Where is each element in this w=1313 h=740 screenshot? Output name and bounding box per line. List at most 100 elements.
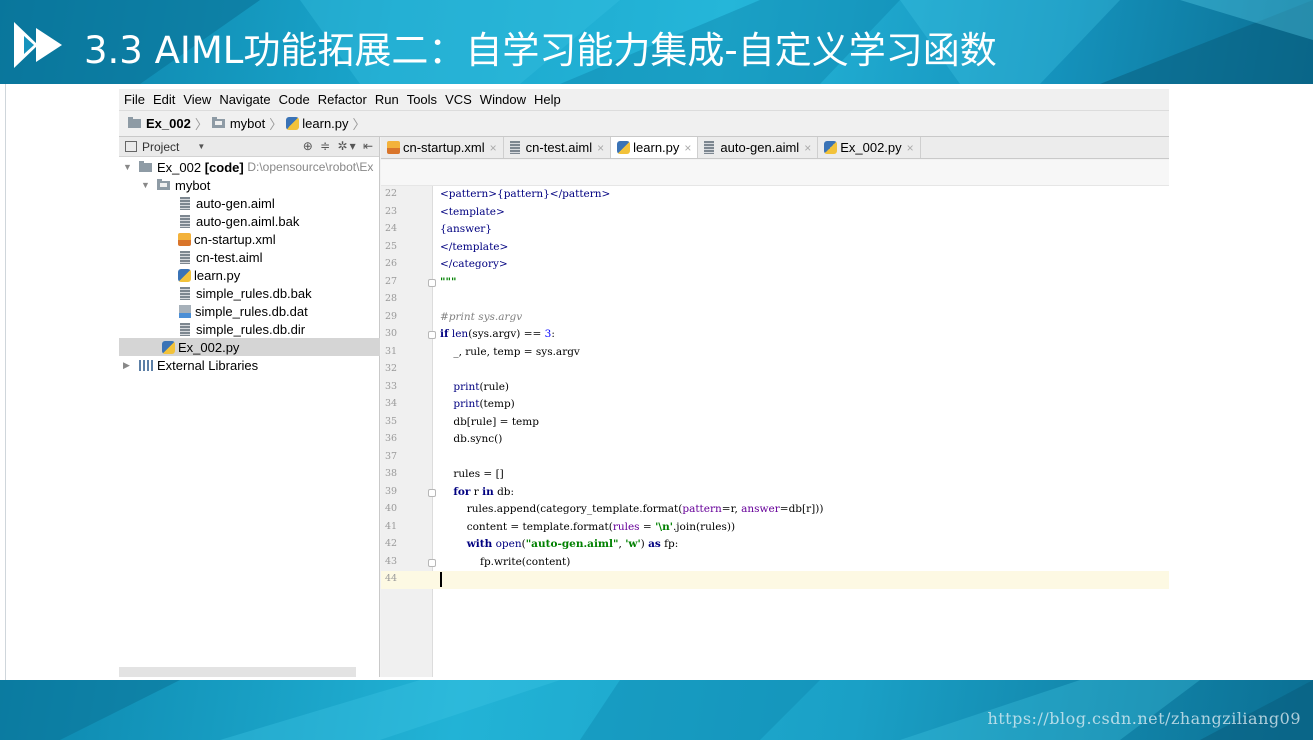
code-line[interactable]: 33 print(rule) bbox=[381, 379, 1169, 397]
locate-icon[interactable]: ⊕ bbox=[303, 139, 315, 153]
slide-title: 3.3 AIML功能拓展二：自学习能力集成-自定义学习函数 bbox=[84, 29, 997, 72]
folder-icon bbox=[139, 160, 152, 172]
tab-cn-test-aiml[interactable]: cn-test.aiml × bbox=[504, 137, 612, 158]
close-icon[interactable]: × bbox=[907, 141, 914, 155]
tab-auto-gen-aiml[interactable]: auto-gen.aiml × bbox=[698, 137, 819, 158]
menu-file[interactable]: File bbox=[124, 92, 145, 107]
code-line[interactable]: 22 <pattern>{pattern}</pattern> bbox=[381, 186, 1169, 204]
line-number: 42 bbox=[385, 538, 398, 549]
code-line[interactable]: 43 fp.write(content) bbox=[381, 554, 1169, 572]
code-text: </template> bbox=[440, 240, 509, 253]
menu-edit[interactable]: Edit bbox=[153, 92, 175, 107]
code-line[interactable]: 32 bbox=[381, 361, 1169, 379]
package-folder-icon bbox=[157, 178, 170, 190]
close-icon[interactable]: × bbox=[597, 141, 604, 155]
code-line[interactable]: 40 rules.append(category_template.format… bbox=[381, 501, 1169, 519]
folder-icon bbox=[128, 117, 141, 128]
code-line[interactable]: 44 bbox=[381, 571, 1169, 589]
code-text: print(rule) bbox=[453, 380, 509, 393]
tree-file-selected[interactable]: Ex_002.py bbox=[119, 338, 380, 356]
close-icon[interactable]: × bbox=[490, 141, 497, 155]
tree-external-libraries[interactable]: ▶ External Libraries bbox=[119, 356, 380, 374]
navigation-breadcrumb: Ex_002 〉 mybot 〉 learn.py 〉 bbox=[119, 111, 1169, 137]
menu-code[interactable]: Code bbox=[279, 92, 310, 107]
tab-label: Ex_002.py bbox=[840, 140, 902, 155]
fold-marker-icon[interactable] bbox=[428, 558, 436, 567]
code-text: """ bbox=[440, 275, 457, 288]
line-number: 31 bbox=[385, 345, 398, 357]
tree-file[interactable]: auto-gen.aiml bbox=[119, 194, 380, 212]
line-number: 40 bbox=[385, 503, 398, 514]
fold-marker-icon[interactable] bbox=[428, 278, 436, 287]
code-line[interactable]: 31 _, rule, temp = sys.argv bbox=[381, 344, 1169, 362]
code-text: db.sync() bbox=[440, 433, 503, 445]
menu-view[interactable]: View bbox=[183, 92, 211, 107]
expand-arrow-icon[interactable]: ▼ bbox=[123, 162, 133, 172]
horizontal-scrollbar[interactable] bbox=[119, 667, 356, 677]
code-text: #print sys.argv bbox=[440, 310, 523, 323]
tree-file[interactable]: cn-startup.xml bbox=[119, 230, 380, 248]
menu-navigate[interactable]: Navigate bbox=[219, 92, 270, 107]
tree-file[interactable]: simple_rules.db.bak bbox=[119, 284, 380, 302]
tab-learn-py[interactable]: learn.py × bbox=[611, 137, 699, 158]
library-icon bbox=[139, 359, 153, 371]
close-icon[interactable]: × bbox=[804, 141, 811, 155]
file-name: auto-gen.aiml bbox=[196, 195, 275, 211]
menu-bar: File Edit View Navigate Code Refactor Ru… bbox=[119, 89, 1169, 111]
code-line[interactable]: 27 """ bbox=[381, 274, 1169, 292]
code-line[interactable]: 26 </category> bbox=[381, 256, 1169, 274]
aiml-file-icon bbox=[509, 141, 520, 154]
code-line[interactable]: 39 for r in db: bbox=[381, 484, 1169, 502]
settings-gear-icon[interactable]: ✲▾ bbox=[338, 139, 358, 153]
code-line[interactable]: 34 print(temp) bbox=[381, 396, 1169, 414]
tree-file[interactable]: simple_rules.db.dir bbox=[119, 320, 380, 338]
tab-ex002-py[interactable]: Ex_002.py × bbox=[818, 137, 921, 158]
python-file-icon bbox=[286, 117, 300, 130]
line-number: 30 bbox=[385, 328, 398, 339]
tree-root-ex002[interactable]: ▼ Ex_002 [code] D:\opensource\robot\Ex bbox=[119, 158, 380, 176]
code-line[interactable]: 29 #print sys.argv bbox=[381, 309, 1169, 327]
breadcrumb-folder[interactable]: mybot bbox=[230, 116, 265, 131]
line-number: 25 bbox=[385, 240, 398, 252]
hide-panel-icon[interactable]: ⇤ bbox=[363, 139, 375, 153]
expand-arrow-icon[interactable]: ▼ bbox=[141, 180, 151, 190]
code-text: rules.append(category_template.format(pa… bbox=[440, 503, 824, 515]
menu-help[interactable]: Help bbox=[534, 92, 561, 107]
dropdown-arrow-icon[interactable]: ▼ bbox=[197, 142, 205, 151]
code-line[interactable]: 42 with open("auto-gen.aiml", 'w') as fp… bbox=[381, 536, 1169, 554]
code-line[interactable]: 23 <template> bbox=[381, 204, 1169, 222]
project-view-selector[interactable]: Project bbox=[142, 140, 179, 154]
menu-run[interactable]: Run bbox=[375, 92, 399, 107]
menu-window[interactable]: Window bbox=[480, 92, 526, 107]
fold-marker-icon[interactable] bbox=[428, 488, 436, 497]
code-line[interactable]: 36 db.sync() bbox=[381, 431, 1169, 449]
tree-file[interactable]: cn-test.aiml bbox=[119, 248, 380, 266]
menu-tools[interactable]: Tools bbox=[407, 92, 437, 107]
folder-name: mybot bbox=[175, 177, 211, 193]
fold-marker-icon[interactable] bbox=[428, 331, 436, 339]
code-editor[interactable]: 22 <pattern>{pattern}</pattern> 23 <templat… bbox=[381, 160, 1169, 677]
code-line[interactable]: 25 </template> bbox=[381, 239, 1169, 257]
collapsed-arrow-icon[interactable]: ▶ bbox=[123, 360, 133, 371]
tree-file[interactable]: learn.py bbox=[119, 266, 380, 284]
code-line[interactable]: 35 db[rule] = temp bbox=[381, 414, 1169, 432]
tab-cn-startup-xml[interactable]: cn-startup.xml × bbox=[381, 137, 504, 158]
menu-vcs[interactable]: VCS bbox=[445, 92, 472, 107]
slide-footer-banner: https://blog.csdn.net/zhangziliang09 bbox=[0, 680, 1313, 740]
breadcrumb-project[interactable]: Ex_002 bbox=[146, 116, 191, 131]
tree-folder-mybot[interactable]: ▼ mybot bbox=[119, 176, 380, 194]
menu-refactor[interactable]: Refactor bbox=[318, 92, 367, 107]
collapse-icon[interactable]: ≑ bbox=[320, 139, 332, 153]
close-icon[interactable]: × bbox=[684, 141, 691, 155]
code-line[interactable]: 38 rules = [] bbox=[381, 466, 1169, 484]
code-line[interactable]: 41 content = template.format(rules = '\n… bbox=[381, 519, 1169, 537]
code-line[interactable]: 30 if len(sys.argv) == 3: bbox=[381, 326, 1169, 344]
file-name: simple_rules.db.dat bbox=[195, 303, 308, 319]
code-line[interactable]: 28 bbox=[381, 291, 1169, 309]
code-line[interactable]: 37 bbox=[381, 449, 1169, 467]
code-line[interactable]: 24 {answer} bbox=[381, 221, 1169, 239]
breadcrumb-file[interactable]: learn.py bbox=[302, 116, 348, 131]
tree-file[interactable]: auto-gen.aiml.bak bbox=[119, 212, 380, 230]
line-number: 24 bbox=[385, 223, 398, 234]
tree-file[interactable]: simple_rules.db.dat bbox=[119, 302, 380, 320]
